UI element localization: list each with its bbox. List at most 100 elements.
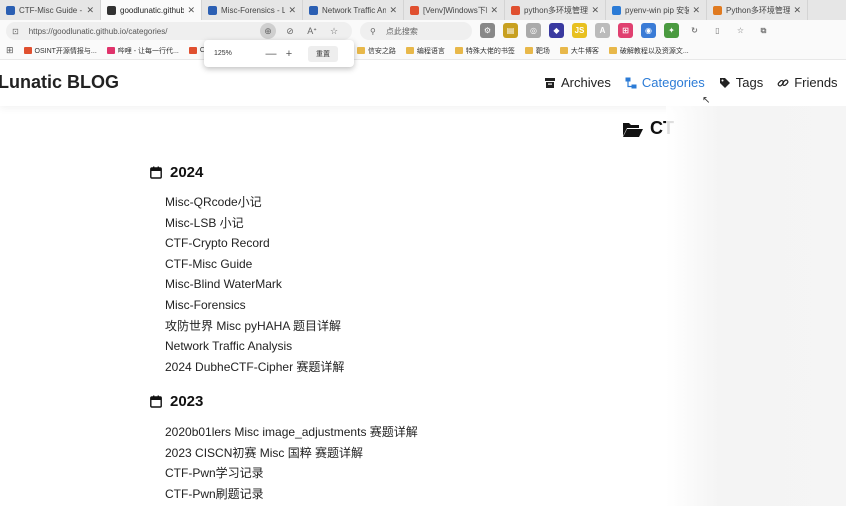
post-link[interactable]: Misc-QRcode小记 — [165, 192, 344, 213]
extension-icon[interactable]: ✦ — [664, 23, 679, 38]
bookmark-item[interactable]: 破解教程以及资源文... — [608, 46, 689, 56]
site-menu: ArchivesCategoriesTagsFriendsA — [544, 75, 846, 90]
extension-icon[interactable]: ◉ — [641, 23, 656, 38]
tab-title: Python多环境管理工具 — [726, 5, 791, 15]
tab-title: Misc-Forensics - Lu — [221, 5, 286, 15]
folder-icon — [356, 47, 365, 54]
extension-icon[interactable]: ▤ — [503, 23, 518, 38]
bookmark-item[interactable]: 特殊大佬的书签 — [454, 46, 515, 56]
post-link[interactable]: Network Traffic Analysis — [165, 336, 344, 357]
bookmark-label: 靶场 — [535, 47, 550, 55]
tab-close-icon[interactable]: ✕ — [288, 5, 296, 16]
browser-tab[interactable]: Python多环境管理工具✕ — [707, 0, 808, 20]
extension-icon[interactable]: ◎ — [526, 23, 541, 38]
nav-link-label: Friends — [794, 75, 838, 90]
tab-close-icon[interactable]: ✕ — [692, 5, 700, 16]
extension-icon[interactable]: ◆ — [549, 23, 564, 38]
post-link[interactable]: 攻防世界 Misc pyHAHA 题目详解 — [165, 316, 344, 337]
zoom-icon[interactable]: ⊕ — [260, 23, 276, 39]
bookmark-favicon-icon — [23, 47, 32, 54]
extension-icon[interactable]: JS — [572, 23, 587, 38]
nav-link-categories[interactable]: Categories — [625, 75, 705, 90]
post-link[interactable]: 2024 DubheCTF-Cipher 赛题详解 — [165, 357, 344, 378]
tab-title: python多环境管理工具 — [524, 5, 589, 15]
extension-icon[interactable]: ▯ — [710, 23, 725, 38]
site-navbar: Lunatic BLOG Archives Categories Tags Frien… — [0, 60, 846, 106]
favorite-star-icon[interactable]: ☆ — [326, 23, 342, 39]
nav-link-archives[interactable]: Archives — [544, 75, 611, 90]
browser-tab[interactable]: Misc-Forensics - Lu ✕ — [202, 0, 303, 20]
post-link[interactable]: CTF-Crypto Record — [165, 233, 344, 254]
tab-strip: CTF-Misc Guide - Lu✕goodlunatic.github.i… — [0, 0, 846, 20]
tab-title: CTF-Misc Guide - Lu — [19, 5, 83, 15]
extension-icon[interactable]: A — [595, 23, 610, 38]
browser-tab[interactable]: pyenv-win pip 安装 ✕ — [606, 0, 707, 20]
zoom-out-button[interactable]: — — [262, 48, 280, 60]
browser-tab[interactable]: Network Traffic Analy✕ — [303, 0, 404, 20]
folder-open-icon — [623, 122, 643, 137]
search-box[interactable]: ⚲ 点此搜索 — [360, 22, 472, 40]
translate-icon[interactable]: ⊘ — [282, 23, 298, 39]
bookmark-item[interactable]: 信安之路 — [356, 46, 396, 56]
tab-close-icon[interactable]: ✕ — [389, 5, 397, 16]
bookmark-item[interactable]: 靶场 — [524, 46, 550, 56]
tab-close-icon[interactable]: ✕ — [187, 5, 195, 16]
archive-icon — [544, 77, 556, 89]
calendar-icon — [150, 395, 162, 408]
read-aloud-icon[interactable]: Aᐩ — [304, 23, 320, 39]
search-placeholder: 点此搜索 — [385, 26, 418, 36]
tab-close-icon[interactable]: ✕ — [490, 5, 498, 16]
bookmark-item[interactable]: OSINT开源情报与... — [23, 46, 97, 56]
bookmark-item[interactable]: 大牛博客 — [559, 46, 599, 56]
extension-icon[interactable]: ↻ — [687, 23, 702, 38]
tab-title: goodlunatic.github.io — [120, 5, 185, 15]
folder-icon — [454, 47, 463, 54]
browser-tab[interactable]: [Venv]Windows下Pyth✕ — [404, 0, 505, 20]
zoom-reset-button[interactable]: 重置 — [308, 45, 338, 62]
tab-favicon-icon — [713, 5, 722, 15]
post-link[interactable]: Misc-Forensics — [165, 295, 344, 316]
tab-favicon-icon — [208, 5, 217, 15]
bookmarks-grid-icon[interactable]: ⊞ — [6, 45, 14, 56]
browser-tab[interactable]: python多环境管理工具✕ — [505, 0, 606, 20]
search-icon: ⚲ — [370, 26, 376, 36]
nav-link-friends[interactable]: Friends — [777, 75, 838, 90]
nav-link-label: Tags — [735, 75, 764, 90]
zoom-in-button[interactable]: + — [280, 48, 298, 60]
extension-icon[interactable]: ⊞ — [618, 23, 633, 38]
folder-icon — [524, 47, 533, 54]
folder-icon — [608, 47, 617, 54]
post-link[interactable]: CTF-Pwn刷题记录 — [165, 484, 418, 505]
extension-icon[interactable]: ⧉ — [756, 23, 771, 38]
nav-link-label: Archives — [561, 75, 611, 90]
extension-icon[interactable]: ☆ — [733, 23, 748, 38]
site-brand[interactable]: Lunatic BLOG — [0, 72, 119, 93]
bookmark-label: 破解教程以及资源文... — [619, 47, 689, 55]
browser-tab[interactable]: CTF-Misc Guide - Lu✕ — [0, 0, 101, 20]
bookmark-item[interactable]: 编程语言 — [405, 46, 445, 56]
site-info-icon[interactable]: ⊡ — [12, 27, 19, 36]
post-link[interactable]: Misc-LSB 小记 — [165, 213, 344, 234]
post-link[interactable]: CTF-Misc Guide — [165, 254, 344, 275]
post-link[interactable]: 2023 CISCN初赛 Misc 国粹 赛题详解 — [165, 443, 418, 464]
tab-close-icon[interactable]: ✕ — [591, 5, 599, 16]
year-label: 2024 — [170, 164, 204, 181]
browser-tab[interactable]: goodlunatic.github.io✕ — [101, 0, 202, 20]
nav-link-label: Categories — [641, 75, 705, 90]
post-link[interactable]: CTF-Pwn学习记录 — [165, 463, 418, 484]
url-text[interactable]: https://goodlunatic.github.io/categories… — [29, 27, 168, 36]
sitemap-icon — [625, 77, 637, 89]
zoom-popup: 125% — + 重置 — [204, 40, 354, 67]
extension-icon[interactable]: ⚙ — [480, 23, 495, 38]
post-link[interactable]: 2020b01lers Misc image_adjustments 赛题详解 — [165, 422, 418, 443]
post-list: Misc-QRcode小记 Misc-LSB 小记 CTF-Crypto Recor… — [165, 192, 344, 377]
tab-close-icon[interactable]: ✕ — [793, 5, 801, 16]
tab-close-icon[interactable]: ✕ — [86, 5, 94, 16]
page-fade-overlay — [666, 106, 846, 506]
mouse-cursor-icon: ↖ — [702, 95, 711, 106]
post-link[interactable]: Misc-Blind WaterMark — [165, 274, 344, 295]
bookmark-item[interactable]: 哔哩 - 让每一行代... — [106, 46, 179, 56]
tab-title: Network Traffic Analy — [322, 5, 387, 15]
nav-link-tags[interactable]: Tags — [719, 75, 763, 90]
tab-favicon-icon — [410, 5, 419, 15]
